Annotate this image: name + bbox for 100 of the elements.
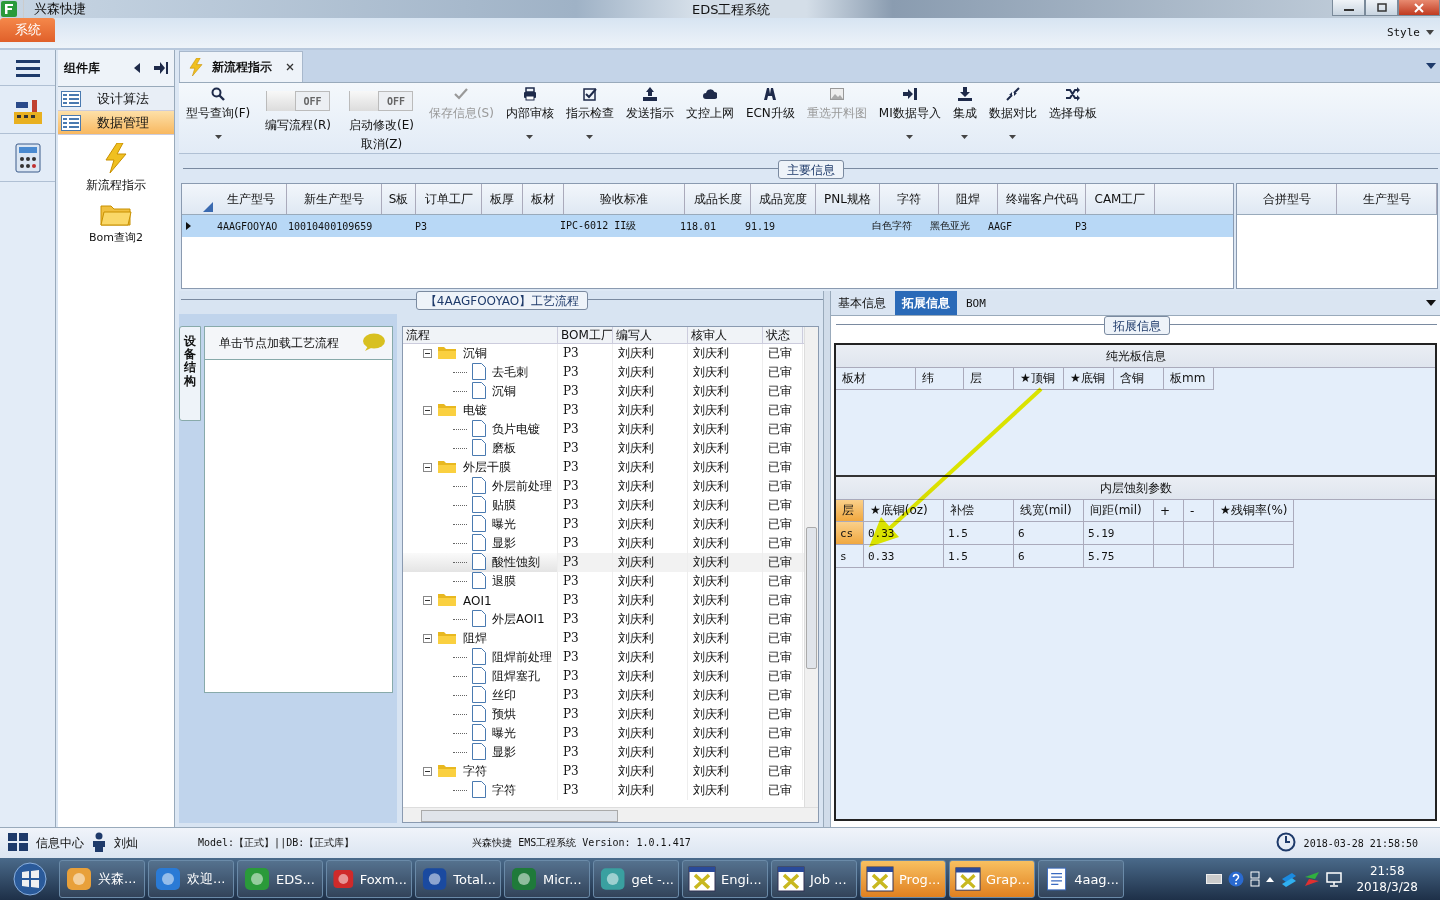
tree-row[interactable]: 沉铜 P3 刘庆利 刘庆利 已审	[403, 344, 804, 363]
toolbar-button[interactable]: 选择母板	[1045, 83, 1100, 147]
column-header[interactable]: 阻焊	[939, 184, 998, 214]
tree-row[interactable]: 磨板 P3 刘庆利 刘庆利 已审	[403, 439, 804, 458]
toolbar-button[interactable]: 数据对比	[985, 83, 1040, 147]
tool-button[interactable]: 新流程指示	[58, 143, 174, 194]
help-icon[interactable]	[1228, 871, 1245, 887]
taskbar-button[interactable]: Foxm...	[326, 860, 412, 898]
column-header[interactable]: ★残铜率(%)	[1214, 500, 1294, 522]
style-menu[interactable]: Style	[1386, 26, 1434, 39]
column-header[interactable]: -	[1184, 500, 1214, 522]
tree-row[interactable]: 字符 P3 刘庆利 刘庆利 已审	[403, 781, 804, 800]
column-header[interactable]: 验收标准	[564, 184, 685, 214]
tree-row[interactable]: 电镀 P3 刘庆利 刘庆利 已审	[403, 401, 804, 420]
column-header[interactable]: 终端客户代码	[998, 184, 1086, 214]
horizontal-scrollbar[interactable]	[403, 807, 818, 822]
side-tab[interactable]: 设备结构	[179, 326, 201, 421]
tree-row[interactable]: 显影 P3 刘庆利 刘庆利 已审	[403, 743, 804, 762]
taskbar-button[interactable]: 4aag...	[1038, 860, 1124, 898]
column-header[interactable]: 板mm	[1164, 368, 1214, 390]
detail-tab[interactable]: BOM	[959, 291, 993, 315]
taskbar-button[interactable]: Micr...	[504, 860, 590, 898]
column-header[interactable]: PNL规格	[816, 184, 880, 214]
network-icon[interactable]	[1326, 871, 1343, 887]
tree-row[interactable]: 阻焊前处理 P3 刘庆利 刘庆利 已审	[403, 648, 804, 667]
tree-row[interactable]: 曝光 P3 刘庆利 刘庆利 已审	[403, 515, 804, 534]
column-header[interactable]: 板材	[523, 184, 564, 214]
tree-row[interactable]: 去毛刺 P3 刘庆利 刘庆利 已审	[403, 363, 804, 382]
minimize-button[interactable]	[1332, 0, 1365, 16]
tree-row[interactable]: 酸性蚀刻 P3 刘庆利 刘庆利 已审	[403, 553, 804, 572]
tree-row[interactable]: 负片电镀 P3 刘庆利 刘庆利 已审	[403, 420, 804, 439]
tree-row[interactable]: 阻焊塞孔 P3 刘庆利 刘庆利 已审	[403, 667, 804, 686]
column-header[interactable]: 板材	[836, 368, 916, 390]
column-header[interactable]: 成品宽度	[751, 184, 816, 214]
column-header[interactable]: ★顶铜	[1014, 368, 1064, 390]
tree-row[interactable]: 阻焊 P3 刘庆利 刘庆利 已审	[403, 629, 804, 648]
toolbar-button[interactable]: ECN升级	[742, 83, 798, 147]
toggle-switch[interactable]: OFF	[266, 91, 331, 111]
taskbar-button[interactable]: 兴森...	[59, 860, 145, 898]
column-header[interactable]: 层	[836, 500, 864, 522]
column-header[interactable]: 补偿	[944, 500, 1014, 522]
toolbar-button[interactable]: MI数据导入	[875, 83, 944, 147]
detail-tab[interactable]: 基本信息	[831, 291, 893, 315]
app-tray-icon[interactable]	[1304, 871, 1321, 887]
row-header-cell[interactable]: s	[836, 545, 864, 568]
tree-row[interactable]: 外层AOI1 P3 刘庆利 刘庆利 已审	[403, 610, 804, 629]
component-item[interactable]: 设计算法	[58, 87, 174, 111]
keyboard-icon[interactable]	[1206, 873, 1223, 885]
maximize-button[interactable]	[1365, 0, 1398, 16]
toolbar-button[interactable]: 指示检查	[562, 83, 617, 147]
toolbar-button[interactable]: 内部审核	[502, 83, 557, 147]
column-header[interactable]: CAM工厂	[1086, 184, 1155, 214]
column-header[interactable]: 合拼型号	[1237, 184, 1337, 214]
tree-row[interactable]: 外层干膜 P3 刘庆利 刘庆利 已审	[403, 458, 804, 477]
detail-tab[interactable]: 拓展信息	[895, 291, 957, 315]
vertical-scrollbar[interactable]	[804, 327, 818, 808]
tree-row[interactable]: 预烘 P3 刘庆利 刘庆利 已审	[403, 705, 804, 724]
column-header[interactable]: 成品长度	[685, 184, 751, 214]
tree-row[interactable]: AOI1 P3 刘庆利 刘庆利 已审	[403, 591, 804, 610]
taskbar-button[interactable]: get -...	[593, 860, 679, 898]
row-header-cell[interactable]: cs	[836, 522, 864, 545]
taskbar-button[interactable]: Job ...	[771, 860, 857, 898]
column-header[interactable]: 层	[964, 368, 1014, 390]
toolbar-button[interactable]: 发送指示	[622, 83, 677, 147]
column-header[interactable]: 生产型号	[1337, 184, 1437, 214]
tree-row[interactable]: 外层前处理 P3 刘庆利 刘庆利 已审	[403, 477, 804, 496]
column-header[interactable]: BOM工厂	[558, 327, 613, 343]
tool-button[interactable]: Bom查询2	[58, 202, 174, 245]
taskbar-button[interactable]: Engi...	[682, 860, 768, 898]
grid-icon[interactable]	[8, 832, 28, 854]
taskbar-button[interactable]: Total...	[415, 860, 501, 898]
column-header[interactable]: 纬	[916, 368, 964, 390]
close-button[interactable]	[1398, 0, 1440, 16]
column-header[interactable]: 生产型号	[215, 184, 287, 214]
toolbar-button[interactable]: 型号查询(F)	[183, 83, 254, 147]
column-header[interactable]: 线宽(mil)	[1014, 500, 1084, 522]
collapse-icon[interactable]	[423, 463, 432, 472]
column-header[interactable]: 订单工厂	[416, 184, 482, 214]
toolbar-button[interactable]: 文控上网	[682, 83, 737, 147]
info-center-link[interactable]: 信息中心	[36, 834, 84, 852]
tree-row[interactable]: 沉铜 P3 刘庆利 刘庆利 已审	[403, 382, 804, 401]
table-row[interactable]: 4AAGFOOYAO 10010400109659 P3 IPC-6012 II级 118.01 91.19 白色字符 黑色亚光 AAGF P3	[182, 215, 1233, 237]
collapse-icon[interactable]	[423, 349, 432, 358]
tabs-dropdown-icon[interactable]	[1426, 300, 1436, 306]
splitter-handle[interactable]	[823, 291, 831, 827]
tabs-dropdown-icon[interactable]	[1426, 63, 1436, 69]
collapse-left-icon[interactable]	[134, 63, 140, 73]
toggle-switch[interactable]: OFF	[349, 91, 414, 111]
column-header[interactable]: +	[1154, 500, 1184, 522]
column-header[interactable]: 编写人	[613, 327, 688, 343]
column-header[interactable]: 间距(mil)	[1084, 500, 1154, 522]
close-tab-icon[interactable]	[286, 63, 294, 71]
tree-row[interactable]: 贴膜 P3 刘庆利 刘庆利 已审	[403, 496, 804, 515]
tree-row[interactable]: 丝印 P3 刘庆利 刘庆利 已审	[403, 686, 804, 705]
tree-row[interactable]: 曝光 P3 刘庆利 刘庆利 已审	[403, 724, 804, 743]
column-header[interactable]: 字符	[880, 184, 939, 214]
column-header[interactable]: 状态	[763, 327, 803, 343]
tree-row[interactable]: 字符 P3 刘庆利 刘庆利 已审	[403, 762, 804, 781]
column-header[interactable]: ★底铜	[1064, 368, 1114, 390]
collapse-icon[interactable]	[423, 767, 432, 776]
